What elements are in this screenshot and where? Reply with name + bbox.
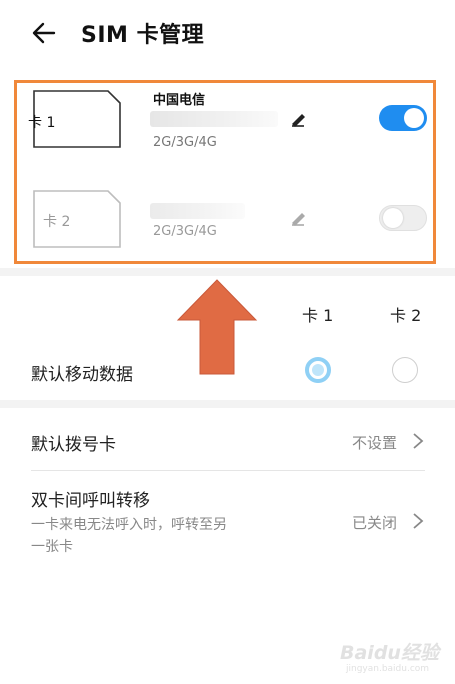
back-arrow-icon[interactable] [30,18,60,48]
default-data-radio-card-2[interactable] [392,357,418,383]
call-forward-description-line-1: 一卡来电无法呼入时，呼转至另 [31,517,227,533]
call-forward-description-line-2: 一张卡 [31,539,73,555]
call-forward-label: 双卡间呼叫转移 [31,491,150,511]
carrier-name: 中国电信 [153,93,206,108]
edit-icon[interactable] [288,207,310,229]
default-mobile-data-label: 默认移动数据 [31,365,133,385]
watermark-logo: Baidu经验 [340,642,439,664]
section-divider [0,400,455,408]
phone-number-redacted [150,203,245,219]
phone-number-redacted [150,111,278,127]
column-header-card-2: 卡 2 [390,306,422,325]
call-forward-value: 已关闭 [352,514,398,532]
edit-icon[interactable] [288,108,310,130]
section-divider [0,268,455,276]
network-type: 2G/3G/4G [153,135,217,150]
chevron-right-icon [413,513,424,529]
default-dial-card-value: 不设置 [352,434,398,452]
title-bar: SIM 卡管理 [0,0,455,66]
network-type: 2G/3G/4G [153,224,217,239]
default-dial-card-label: 默认拨号卡 [31,435,116,455]
chevron-right-icon [413,433,424,449]
column-header-card-1: 卡 1 [302,306,334,325]
baidu-watermark: Baidu经验 jingyan.baidu.com [340,628,448,676]
default-data-radio-card-1[interactable] [305,357,331,383]
watermark-url: jingyan.baidu.com [346,664,430,674]
row-divider [31,470,425,471]
sim-card-panel: 卡 1 中国电信 2G/3G/4G 卡 2 2G/3G/4G [14,80,436,264]
sim-1-toggle[interactable] [379,105,427,131]
sim-2-toggle[interactable] [379,205,427,231]
annotation-up-arrow-icon [176,279,258,375]
page-title: SIM 卡管理 [81,23,205,48]
sim-card-label: 卡 2 [43,214,71,230]
sim-card-label: 卡 1 [28,115,56,131]
